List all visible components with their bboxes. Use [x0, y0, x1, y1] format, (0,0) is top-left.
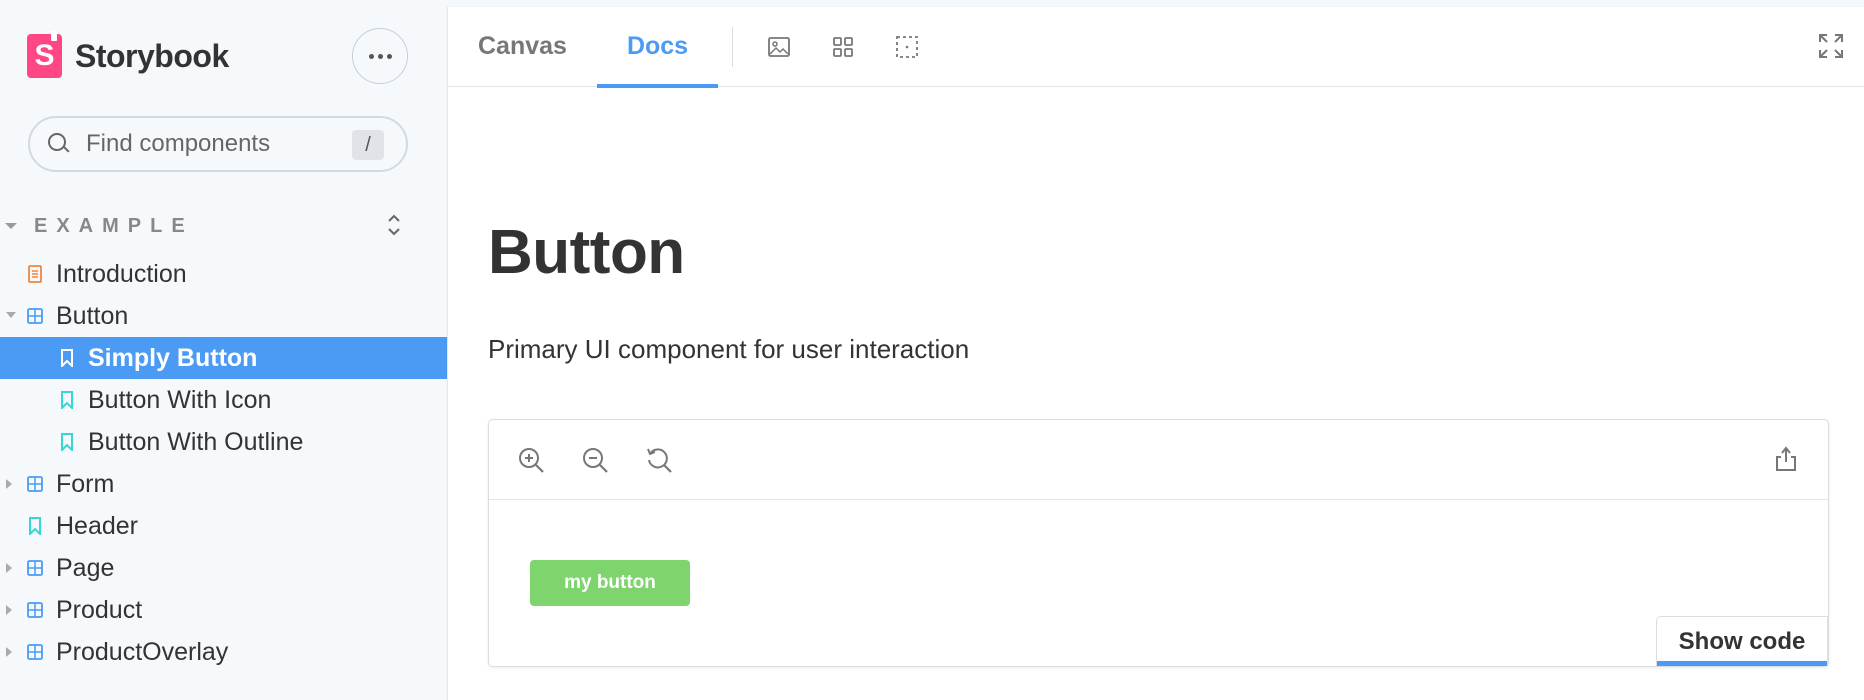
- sidebar-item-simply-button[interactable]: Simply Button: [0, 337, 447, 379]
- sidebar-item-label: Button With Icon: [88, 385, 272, 414]
- expand-collapse-icon[interactable]: [386, 212, 402, 238]
- zoom-out-button[interactable]: [581, 440, 645, 480]
- image-icon: [768, 36, 790, 57]
- caret-right-icon: [6, 647, 12, 657]
- sidebar-item-label: Form: [56, 469, 115, 498]
- sidebar-item-label: Simply Button: [88, 343, 258, 372]
- preview-toolbar: [489, 420, 1828, 500]
- sidebar-item-label: Button With Outline: [88, 427, 304, 456]
- ellipsis-dot: [386, 53, 392, 59]
- component-icon: [27, 476, 43, 492]
- bookmark-icon: [61, 349, 73, 367]
- story-preview: my button Show code: [488, 419, 1829, 667]
- main-panel: Canvas Docs Button Primary UI component …: [447, 7, 1864, 700]
- sidebar-item-form[interactable]: Form: [0, 463, 447, 505]
- ellipsis-dot: [377, 53, 383, 59]
- zoom-in-icon: [519, 447, 544, 473]
- sidebar-item-label: ProductOverlay: [56, 637, 229, 666]
- fullscreen-button[interactable]: [1818, 33, 1844, 64]
- sidebar-item-label: Introduction: [56, 259, 187, 288]
- toolbar: Canvas Docs: [448, 7, 1864, 88]
- caret-right-icon: [6, 479, 12, 489]
- bookmark-icon: [61, 433, 73, 451]
- share-button[interactable]: [1774, 446, 1798, 477]
- search-shortcut-key: /: [352, 130, 384, 160]
- outline-icon: [896, 35, 918, 58]
- caret-right-icon: [6, 605, 12, 615]
- search-box[interactable]: /: [28, 116, 408, 172]
- component-icon: [27, 560, 43, 576]
- bookmark-icon: [29, 517, 41, 535]
- sidebar-item-button-with-outline[interactable]: Button With Outline: [0, 421, 447, 463]
- storybook-logo-icon: S: [27, 31, 62, 78]
- sidebar-item-label: Header: [56, 511, 138, 540]
- sidebar-item-button[interactable]: Button: [0, 295, 447, 337]
- sidebar-item-product[interactable]: Product: [0, 589, 447, 631]
- toolbar-divider: [732, 26, 734, 67]
- sidebar-item-label: Page: [56, 553, 115, 582]
- caret-down-icon: [6, 312, 16, 318]
- brand-name: Storybook: [75, 37, 229, 74]
- sidebar: S Storybook / EXAMPLE Introduction: [0, 0, 447, 700]
- sidebar-item-label: Product: [56, 595, 143, 624]
- component-description: Primary UI component for user interactio…: [488, 334, 970, 364]
- document-icon: [28, 265, 42, 283]
- share-icon: [1776, 446, 1796, 471]
- group-label: EXAMPLE: [34, 214, 194, 237]
- reset-zoom-button[interactable]: [645, 440, 709, 480]
- sidebar-tree: Introduction Button Simply Button Button…: [0, 253, 447, 673]
- outline-tool-button[interactable]: [875, 7, 939, 87]
- caret-down-icon: [5, 223, 17, 229]
- zoom-in-button[interactable]: [517, 440, 581, 480]
- component-icon: [27, 644, 43, 660]
- fullscreen-icon: [1819, 34, 1843, 58]
- ellipsis-dot: [368, 53, 374, 59]
- image-tool-button[interactable]: [747, 7, 811, 87]
- caret-right-icon: [6, 563, 12, 573]
- sidebar-item-introduction[interactable]: Introduction: [0, 253, 447, 295]
- sidebar-item-productoverlay[interactable]: ProductOverlay: [0, 631, 447, 673]
- bookmark-icon: [61, 391, 73, 409]
- search-icon: [48, 133, 70, 155]
- sidebar-item-header[interactable]: Header: [0, 505, 447, 547]
- show-code-button[interactable]: Show code: [1656, 616, 1828, 666]
- sidebar-item-page[interactable]: Page: [0, 547, 447, 589]
- grid-icon: [833, 36, 853, 57]
- page-title: Button: [488, 218, 685, 287]
- component-icon: [27, 602, 43, 618]
- more-options-button[interactable]: [352, 28, 408, 84]
- sidebar-item-button-with-icon[interactable]: Button With Icon: [0, 379, 447, 421]
- zoom-out-icon: [583, 447, 608, 473]
- tab-docs[interactable]: Docs: [596, 7, 719, 88]
- group-header-example[interactable]: EXAMPLE: [0, 210, 447, 242]
- brand[interactable]: S Storybook: [27, 31, 229, 79]
- grid-tool-button[interactable]: [811, 7, 875, 87]
- component-icon: [27, 308, 43, 324]
- search-input[interactable]: [86, 130, 336, 158]
- sidebar-item-label: Button: [56, 301, 129, 330]
- tab-canvas[interactable]: Canvas: [448, 7, 597, 87]
- sample-my-button[interactable]: my button: [530, 560, 690, 606]
- reset-zoom-icon: [647, 447, 672, 473]
